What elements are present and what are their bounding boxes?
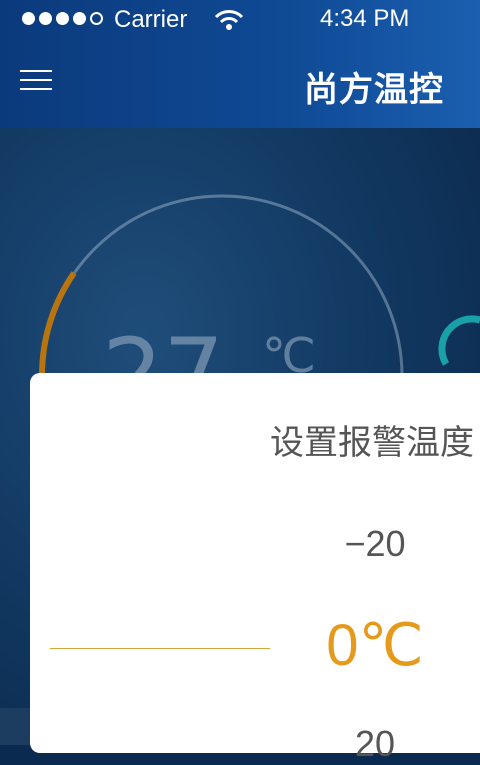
hamburger-menu-icon[interactable] — [20, 70, 52, 98]
signal-dot — [56, 12, 69, 25]
status-bar: Carrier 4:34 PM — [0, 0, 480, 40]
gauge-progress-arc — [38, 271, 77, 377]
signal-dot — [22, 12, 35, 25]
alarm-temperature-dialog: 设置报警温度 −20 0℃ 20 — [30, 373, 480, 764]
picker-option-next[interactable]: 20 — [275, 723, 475, 765]
dialog-title: 设置报警温度 — [270, 423, 474, 463]
signal-strength-icon — [22, 12, 103, 25]
app-header: Carrier 4:34 PM 尚方温控 — [0, 0, 480, 128]
picker-option-selected[interactable]: 0℃ — [275, 611, 475, 679]
signal-dot — [39, 12, 52, 25]
carrier-label: Carrier — [114, 6, 188, 33]
clock: 4:34 PM — [320, 5, 410, 32]
secondary-gauge-arc — [438, 315, 480, 366]
signal-dot — [73, 12, 86, 25]
signal-dot — [90, 12, 103, 25]
picker-option-previous[interactable]: −20 — [275, 523, 475, 565]
page-title: 尚方温控 — [304, 70, 444, 110]
bottom-bar — [0, 708, 30, 745]
wifi-icon — [214, 10, 244, 30]
picker-selection-line — [50, 648, 270, 649]
